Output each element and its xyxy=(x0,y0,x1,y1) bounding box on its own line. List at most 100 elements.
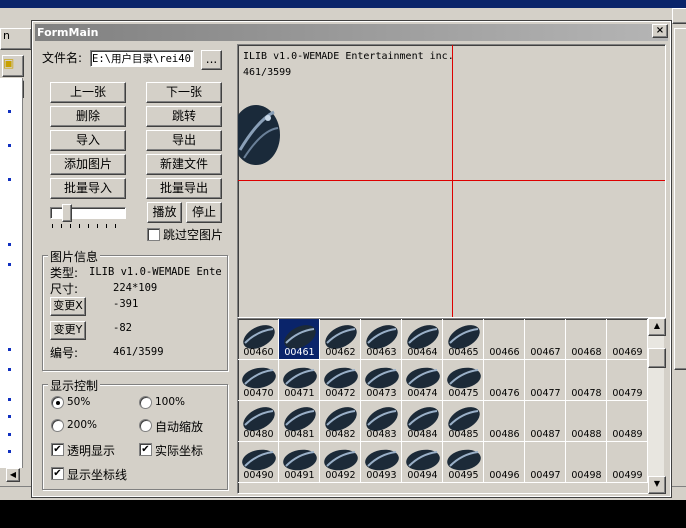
play-button[interactable]: 播放 xyxy=(147,202,182,223)
delete-button[interactable]: 删除 xyxy=(50,106,126,127)
thumbnail-cell[interactable]: 00461 xyxy=(279,319,320,360)
size-label: 尺寸: xyxy=(50,282,79,296)
thumbnail-label: 00495 xyxy=(448,470,479,481)
thumbnail-cell[interactable]: 00477 xyxy=(525,360,566,401)
transparent-checkbox[interactable]: ✔ xyxy=(51,443,64,456)
slider-ticks xyxy=(52,224,124,228)
thumbnail-cell[interactable]: 00472 xyxy=(320,360,361,401)
thumbnail-cell[interactable]: 00460 xyxy=(238,319,279,360)
show-axes-checkbox[interactable]: ✔ xyxy=(51,467,64,480)
thumbnail-label: 00474 xyxy=(407,388,438,399)
background-tab[interactable]: n xyxy=(0,28,32,50)
preview-header: ILIB v1.0-WEMADE Entertainment inc. xyxy=(243,51,454,62)
batch-import-button[interactable]: 批量导入 xyxy=(50,178,126,199)
thumbnail-cell[interactable]: 00493 xyxy=(361,442,402,483)
thumbnail-cell[interactable]: 00476 xyxy=(484,360,525,401)
thumbnail-cell[interactable]: 00484 xyxy=(402,401,443,442)
change-y-button[interactable]: 变更Y xyxy=(50,321,86,340)
background-window-button[interactable] xyxy=(672,8,686,24)
add-image-button[interactable]: 添加图片 xyxy=(50,154,126,175)
thumbnail-cell[interactable]: 00496 xyxy=(484,442,525,483)
thumbnail-cell[interactable]: 00468 xyxy=(566,319,607,360)
thumbnail-cell[interactable]: 00486 xyxy=(484,401,525,442)
thumbnail-cell[interactable]: 00488 xyxy=(566,401,607,442)
thumbnail-cell[interactable]: 00478 xyxy=(566,360,607,401)
prev-button[interactable]: 上一张 xyxy=(50,82,126,103)
display-control-caption: 显示控制 xyxy=(48,377,101,394)
thumbnail-cell[interactable]: 00473 xyxy=(361,360,402,401)
thumbnail-cell[interactable]: 00482 xyxy=(320,401,361,442)
import-button[interactable]: 导入 xyxy=(50,130,126,151)
auto-zoom-radio[interactable] xyxy=(139,419,152,432)
thumbnail-cell[interactable]: 00494 xyxy=(402,442,443,483)
thumbnail-label: 00464 xyxy=(407,347,438,358)
thumbnail-cell[interactable]: 00480 xyxy=(238,401,279,442)
zoom-50-label: 50% xyxy=(67,396,91,408)
thumbnail-label: 00471 xyxy=(284,388,315,399)
thumbnail-cell[interactable]: 00481 xyxy=(279,401,320,442)
thumbnail-cell[interactable]: 00495 xyxy=(443,442,484,483)
thumbnail-cell[interactable]: 00479 xyxy=(607,360,648,401)
stop-button[interactable]: 停止 xyxy=(186,202,222,223)
thumbnail-scrollbar[interactable]: ▲ ▼ xyxy=(648,318,666,494)
thumbnail-cell[interactable]: 00489 xyxy=(607,401,648,442)
speed-slider[interactable] xyxy=(50,204,126,230)
close-button[interactable]: × xyxy=(652,24,668,38)
thumbnail-cell[interactable]: 00492 xyxy=(320,442,361,483)
next-button[interactable]: 下一张 xyxy=(146,82,222,103)
thumbnail-cell[interactable]: 00464 xyxy=(402,319,443,360)
thumbnail-cell[interactable]: 00474 xyxy=(402,360,443,401)
thumbnail-label: 00487 xyxy=(530,429,561,440)
zoom-100-radio[interactable] xyxy=(139,396,152,409)
export-button[interactable]: 导出 xyxy=(146,130,222,151)
zoom-200-radio[interactable] xyxy=(51,419,64,432)
thumbnail-cell[interactable]: 00485 xyxy=(443,401,484,442)
scroll-thumb[interactable] xyxy=(648,348,666,368)
thumbnail-cell[interactable]: 00490 xyxy=(238,442,279,483)
real-coords-label: 实际坐标 xyxy=(155,444,204,458)
thumbnail-grid[interactable]: 00460 00461 00462 00463 00464 00465 00466 00467… xyxy=(237,318,649,494)
preview-canvas[interactable]: ILIB v1.0-WEMADE Entertainment inc. 461/… xyxy=(237,44,666,318)
image-info-caption: 图片信息 xyxy=(48,248,101,265)
thumbnail-cell[interactable]: 00462 xyxy=(320,319,361,360)
real-coords-checkbox[interactable]: ✔ xyxy=(139,443,152,456)
thumbnail-cell[interactable]: 00498 xyxy=(566,442,607,483)
jump-button[interactable]: 跳转 xyxy=(146,106,222,127)
browse-button[interactable]: ... xyxy=(201,50,222,70)
zoom-200-label: 200% xyxy=(67,419,98,431)
background-scrollbar[interactable] xyxy=(674,28,686,370)
thumbnail-label: 00488 xyxy=(571,429,602,440)
background-scroll-left[interactable]: ◀ xyxy=(6,468,20,482)
slider-thumb[interactable] xyxy=(62,204,72,222)
change-x-button[interactable]: 变更X xyxy=(50,297,86,316)
thumbnail-cell[interactable]: 00467 xyxy=(525,319,566,360)
sprite-preview xyxy=(238,105,280,165)
thumbnail-cell[interactable]: 00483 xyxy=(361,401,402,442)
thumbnail-cell[interactable]: 00466 xyxy=(484,319,525,360)
index-value: 461/3599 xyxy=(113,346,164,358)
new-file-button[interactable]: 新建文件 xyxy=(146,154,222,175)
thumbnail-cell[interactable]: 00475 xyxy=(443,360,484,401)
thumbnail-cell[interactable]: 00487 xyxy=(525,401,566,442)
thumbnail-cell[interactable]: 00463 xyxy=(361,319,402,360)
thumbnail-label: 00465 xyxy=(448,347,479,358)
scroll-up-button[interactable]: ▲ xyxy=(648,318,666,336)
zoom-50-radio[interactable] xyxy=(51,396,64,409)
thumbnail-cell[interactable]: 00497 xyxy=(525,442,566,483)
skip-empty-checkbox[interactable] xyxy=(147,228,160,241)
thumbnail-label: 00491 xyxy=(284,470,315,481)
batch-export-button[interactable]: 批量导出 xyxy=(146,178,222,199)
thumbnail-cell[interactable]: 00469 xyxy=(607,319,648,360)
zoom-100-label: 100% xyxy=(155,396,186,408)
filename-field[interactable]: E:\用户目录\rei40 xyxy=(90,50,194,67)
scroll-down-button[interactable]: ▼ xyxy=(648,476,666,494)
background-toolbar-button[interactable]: ▣ xyxy=(2,55,24,77)
thumbnail-cell[interactable]: 00499 xyxy=(607,442,648,483)
thumbnail-label: 00485 xyxy=(448,429,479,440)
thumbnail-cell[interactable]: 00471 xyxy=(279,360,320,401)
thumbnail-cell[interactable]: 00491 xyxy=(279,442,320,483)
thumbnail-cell[interactable]: 00465 xyxy=(443,319,484,360)
screen-bottom xyxy=(0,500,686,528)
crosshair-vertical xyxy=(452,45,453,317)
thumbnail-cell[interactable]: 00470 xyxy=(238,360,279,401)
